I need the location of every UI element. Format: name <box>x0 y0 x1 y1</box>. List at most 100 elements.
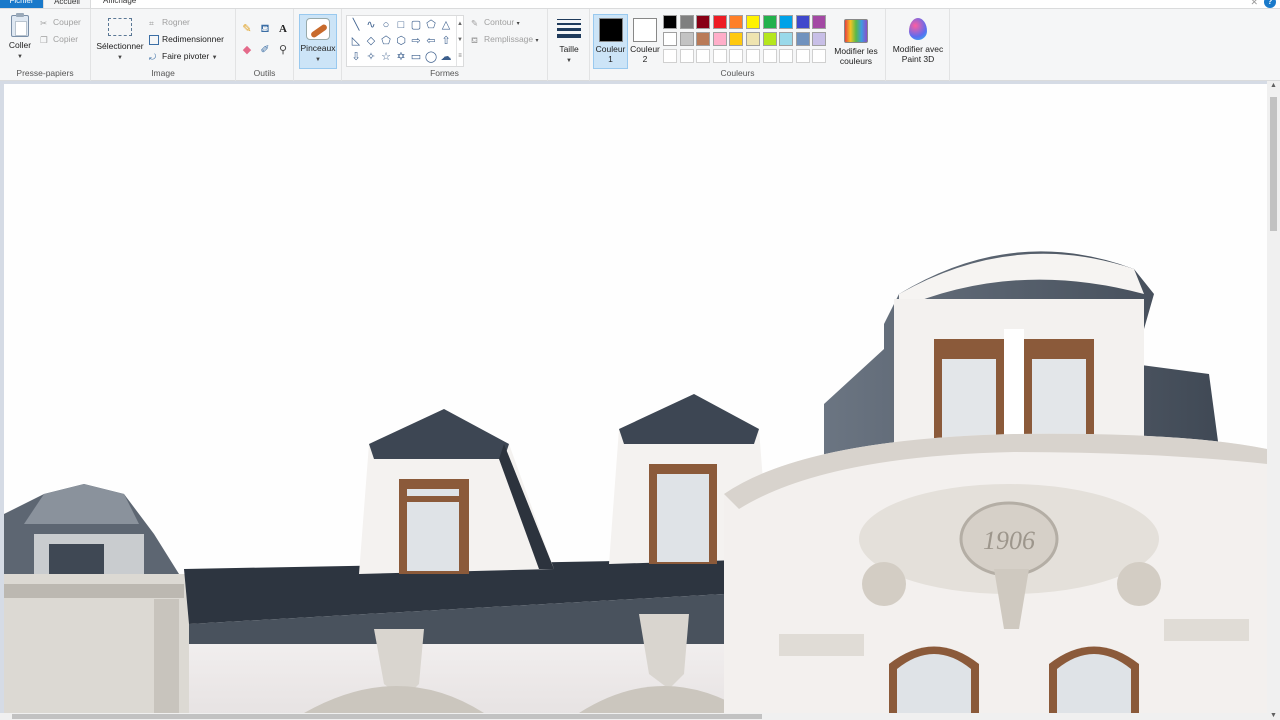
building-photo: 1906 <box>4 84 1267 713</box>
color-picker-icon[interactable]: ✐ <box>258 43 272 57</box>
palette-color-swatch[interactable] <box>779 49 794 63</box>
palette-color-swatch[interactable] <box>729 15 744 29</box>
rotate-button[interactable]: ⤾ Faire pivoter ▼ <box>149 51 218 64</box>
palette-color-swatch[interactable] <box>812 32 827 46</box>
color-spectrum-icon <box>844 19 868 43</box>
scroll-down-icon[interactable]: ▼ <box>1269 712 1278 719</box>
size-button[interactable]: Taille ▼ <box>552 17 586 66</box>
pentagon-shape-icon[interactable]: ⬠ <box>379 34 393 48</box>
rect-callout-shape-icon[interactable]: ▭ <box>409 50 423 64</box>
palette-color-swatch[interactable] <box>812 49 827 63</box>
cloud-callout-shape-icon[interactable]: ☁ <box>439 50 453 64</box>
palette-color-swatch[interactable] <box>663 49 677 63</box>
palette-color-swatch[interactable] <box>795 49 810 63</box>
vertical-scroll-thumb[interactable] <box>1270 97 1277 231</box>
scroll-up-icon[interactable]: ▲ <box>1269 82 1278 89</box>
left-arrow-shape-icon[interactable]: ⇦ <box>424 34 438 48</box>
rectangle-shape-icon[interactable]: □ <box>394 18 408 32</box>
six-point-star-shape-icon[interactable]: ✡ <box>394 50 408 64</box>
palette-color-swatch[interactable] <box>762 32 777 46</box>
five-point-star-shape-icon[interactable]: ☆ <box>379 50 393 64</box>
down-arrow-shape-icon[interactable]: ⇩ <box>349 50 363 64</box>
palette-color-swatch[interactable] <box>729 49 744 63</box>
paste-label: Coller <box>8 40 32 50</box>
chevron-down-icon: ▼ <box>117 55 123 61</box>
palette-color-swatch[interactable] <box>762 15 777 29</box>
help-icon[interactable]: ? <box>1264 0 1276 8</box>
palette-color-swatch[interactable] <box>762 49 777 63</box>
diamond-shape-icon[interactable]: ◇ <box>364 34 378 48</box>
palette-color-swatch[interactable] <box>663 15 677 29</box>
oval-callout-shape-icon[interactable]: ◯ <box>424 50 438 64</box>
color2-button[interactable]: Couleur 2 <box>628 15 662 69</box>
color2-label: Couleur 2 <box>630 44 660 64</box>
drawing-canvas[interactable]: 1906 <box>4 84 1267 713</box>
fill-icon[interactable]: ⛾ <box>258 22 272 36</box>
group-label-colors: Couleurs <box>720 68 755 78</box>
size-label: Taille <box>559 44 579 54</box>
palette-color-swatch[interactable] <box>729 32 744 46</box>
color1-button[interactable]: Couleur 1 <box>593 14 628 69</box>
crop-label: Rogner <box>162 17 190 27</box>
palette-color-swatch[interactable] <box>746 32 760 46</box>
paint3d-button[interactable]: Modifier avec Paint 3D <box>888 17 948 64</box>
vertical-scrollbar[interactable]: ▲ ▼ <box>1267 81 1280 720</box>
edit-colors-button[interactable]: Modifier les couleurs <box>830 17 882 66</box>
oval-shape-icon[interactable]: ○ <box>379 18 393 32</box>
polygon-shape-icon[interactable]: ⬠ <box>424 18 438 32</box>
select-button[interactable]: Sélectionner ▼ <box>95 18 145 63</box>
tab-file[interactable]: Fichier <box>0 0 43 8</box>
palette-color-swatch[interactable] <box>712 49 727 63</box>
rounded-rectangle-shape-icon[interactable]: ▢ <box>409 18 423 32</box>
palette-color-swatch[interactable] <box>696 15 711 29</box>
palette-color-swatch[interactable] <box>746 49 760 63</box>
cut-button[interactable]: ✂ Couper <box>40 17 81 30</box>
pencil-icon[interactable]: ✎ <box>240 22 254 36</box>
palette-color-swatch[interactable] <box>679 15 694 29</box>
palette-color-swatch[interactable] <box>712 32 727 46</box>
ribbon-tabs: Fichier Accueil Affichage ✕ ? <box>0 0 1280 8</box>
text-icon[interactable]: A <box>276 22 290 36</box>
fill-button[interactable]: ⛾ Remplissage ▾ <box>471 34 539 47</box>
group-label-shapes: Formes <box>430 68 459 78</box>
color1-swatch <box>598 18 623 42</box>
palette-color-swatch[interactable] <box>679 32 694 46</box>
palette-color-swatch[interactable] <box>779 32 794 46</box>
tab-home[interactable]: Accueil <box>43 0 91 8</box>
palette-color-swatch[interactable] <box>663 32 677 46</box>
up-arrow-shape-icon[interactable]: ⇧ <box>439 34 453 48</box>
palette-color-swatch[interactable] <box>812 15 827 29</box>
copy-button[interactable]: ❐ Copier <box>40 34 78 47</box>
palette-color-swatch[interactable] <box>696 49 711 63</box>
gallery-scroll[interactable]: ▲ ▼ ≡ <box>456 16 463 66</box>
paste-button[interactable]: Coller ▼ <box>6 13 34 62</box>
group-label-clipboard: Presse-papiers <box>16 68 74 78</box>
four-point-star-shape-icon[interactable]: ✧ <box>364 50 378 64</box>
close-icon[interactable]: ✕ <box>1250 0 1258 8</box>
palette-color-swatch[interactable] <box>795 15 810 29</box>
palette-color-swatch[interactable] <box>779 15 794 29</box>
horizontal-scrollbar[interactable] <box>0 713 1267 720</box>
resize-button[interactable]: Redimensionner <box>149 34 224 47</box>
palette-color-swatch[interactable] <box>795 32 810 46</box>
curve-shape-icon[interactable]: ∿ <box>364 18 378 32</box>
crop-button[interactable]: ⌗ Rogner <box>149 17 190 30</box>
outline-button[interactable]: ✎ Contour ▾ <box>471 17 520 30</box>
hexagon-shape-icon[interactable]: ⬡ <box>394 34 408 48</box>
palette-color-swatch[interactable] <box>712 15 727 29</box>
line-shape-icon[interactable]: ╲ <box>349 18 363 32</box>
selection-rectangle-icon <box>108 18 132 36</box>
shapes-gallery[interactable]: ╲ ∿ ○ □ ▢ ⬠ △ ◺ ◇ ⬠ ⬡ ⇨ ⇦ ⇧ ⇩ ✧ ☆ ✡ ▭ ◯ … <box>346 15 464 67</box>
palette-color-swatch[interactable] <box>696 32 711 46</box>
tab-view[interactable]: Affichage <box>95 0 144 8</box>
palette-color-swatch[interactable] <box>746 15 760 29</box>
group-paint3d: Modifier avec Paint 3D <box>886 9 950 81</box>
magnifier-icon[interactable]: ⚲ <box>276 43 290 57</box>
right-triangle-shape-icon[interactable]: ◺ <box>349 34 363 48</box>
palette-color-swatch[interactable] <box>679 49 694 63</box>
eraser-icon[interactable]: ◆ <box>240 43 254 57</box>
horizontal-scroll-thumb[interactable] <box>12 714 762 719</box>
right-arrow-shape-icon[interactable]: ⇨ <box>409 34 423 48</box>
chevron-down-icon: ▾ <box>535 38 539 44</box>
triangle-shape-icon[interactable]: △ <box>439 18 453 32</box>
